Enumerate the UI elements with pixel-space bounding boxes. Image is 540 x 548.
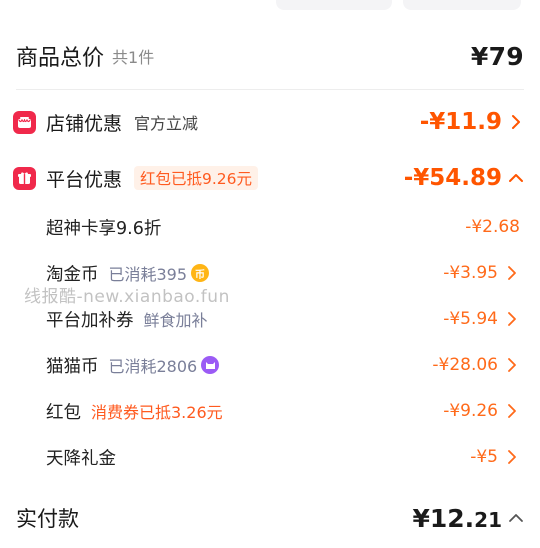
platform-discount-row[interactable]: 平台优惠 红包已抵9.26元 -¥54.89 bbox=[0, 161, 540, 195]
shop-icon bbox=[13, 110, 36, 134]
platform-discount-title: 平台优惠 bbox=[46, 168, 123, 191]
payment-price: ¥12.21 bbox=[412, 504, 502, 533]
chevron-right-icon[interactable] bbox=[504, 311, 520, 327]
sub-item-note: 已消耗2806 bbox=[108, 357, 198, 376]
sub-item-note: 已消耗395 bbox=[108, 265, 188, 284]
final-payment-row[interactable]: 实付款 ¥12.21 bbox=[0, 498, 540, 538]
sub-item-supercard[interactable]: 超神卡享9.6折 -¥2.68 bbox=[0, 212, 540, 242]
item-count: 共1件 bbox=[112, 48, 155, 67]
payment-price-main: ¥12. bbox=[412, 503, 475, 533]
sub-item-hongbao[interactable]: 红包 消费券已抵3.26元 -¥9.26 bbox=[0, 396, 540, 426]
shop-discount-tag: 官方立减 bbox=[134, 114, 199, 133]
platform-discount-amount: -¥54.89 bbox=[403, 165, 502, 191]
chevron-right-icon[interactable] bbox=[504, 265, 520, 281]
divider bbox=[16, 89, 524, 90]
shop-discount-amount: -¥11.9 bbox=[419, 109, 502, 135]
chevron-right-icon[interactable] bbox=[504, 403, 520, 419]
payment-label: 实付款 bbox=[16, 507, 79, 531]
sub-item-taojinbi[interactable]: 淘金币 已消耗395 币 -¥3.95 bbox=[0, 258, 540, 288]
sub-item-note: 鲜食加补 bbox=[143, 311, 208, 330]
gold-coin-icon: 币 bbox=[191, 264, 210, 282]
sub-item-amount: -¥3.95 bbox=[443, 263, 498, 283]
sub-item-title: 平台加补券 bbox=[46, 310, 134, 331]
total-label: 商品总价 bbox=[16, 46, 105, 71]
sub-item-amount: -¥5.94 bbox=[443, 309, 498, 329]
total-price: ¥79 bbox=[470, 41, 524, 71]
sub-item-amount: -¥5 bbox=[470, 447, 498, 467]
sub-item-title: 淘金币 bbox=[46, 264, 99, 285]
sub-item-amount: -¥2.68 bbox=[465, 217, 520, 237]
sub-item-maomaobi[interactable]: 猫猫币 已消耗2806 -¥28.06 bbox=[0, 350, 540, 380]
sub-item-tianjiang[interactable]: 天降礼金 -¥5 bbox=[0, 442, 540, 472]
cat-coin-icon bbox=[201, 356, 220, 374]
chevron-right-icon[interactable] bbox=[508, 114, 524, 130]
chevron-right-icon[interactable] bbox=[504, 357, 520, 373]
total-price-row: 商品总价 共1件 ¥79 bbox=[0, 36, 540, 76]
sub-item-title: 猫猫币 bbox=[46, 356, 99, 377]
top-action-button-right[interactable] bbox=[403, 0, 521, 10]
chevron-up-icon[interactable] bbox=[508, 510, 524, 526]
platform-discount-tag: 红包已抵9.26元 bbox=[134, 166, 259, 190]
sub-item-platform-coupon[interactable]: 平台加补券 鲜食加补 -¥5.94 bbox=[0, 304, 540, 334]
chevron-up-icon[interactable] bbox=[508, 170, 524, 186]
sub-item-title: 红包 bbox=[46, 402, 81, 423]
shop-discount-row[interactable]: 店铺优惠 官方立减 -¥11.9 bbox=[0, 105, 540, 139]
sub-item-amount: -¥9.26 bbox=[443, 401, 498, 421]
shop-discount-title: 店铺优惠 bbox=[46, 112, 123, 135]
sub-item-note: 消费券已抵3.26元 bbox=[91, 403, 223, 422]
chevron-right-icon[interactable] bbox=[504, 449, 520, 465]
payment-price-decimal: 21 bbox=[474, 507, 502, 532]
sub-item-title: 超神卡享9.6折 bbox=[46, 218, 162, 239]
sub-item-title: 天降礼金 bbox=[46, 448, 116, 469]
top-action-button-left[interactable] bbox=[276, 0, 392, 10]
sub-item-amount: -¥28.06 bbox=[432, 355, 498, 375]
platform-icon bbox=[13, 166, 36, 190]
